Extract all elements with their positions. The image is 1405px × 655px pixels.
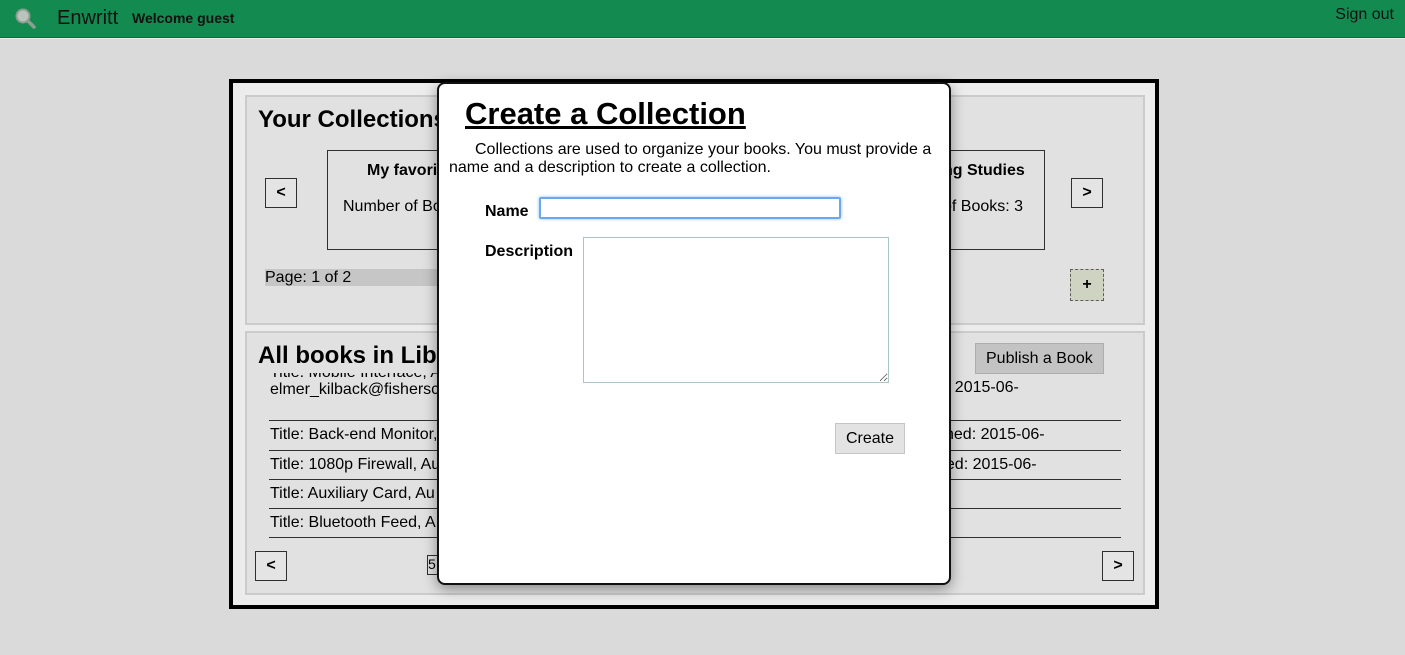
search-icon[interactable] [13, 6, 37, 30]
sign-out-link[interactable]: Sign out [1335, 6, 1394, 24]
modal-title: Create a Collection [465, 96, 746, 131]
modal-description: Collections are used to organize your bo… [449, 141, 932, 176]
name-input[interactable] [539, 197, 841, 219]
description-label: Description [485, 243, 574, 260]
create-collection-modal: Create a Collection Collections are used… [437, 82, 951, 585]
description-textarea[interactable] [583, 237, 889, 383]
create-button[interactable]: Create [835, 423, 905, 454]
welcome-text: Welcome guest [132, 10, 235, 26]
brand-logo[interactable]: Enwritt [57, 7, 118, 30]
name-label: Name [485, 203, 529, 220]
top-bar: Enwritt Welcome guest Sign out [0, 0, 1405, 38]
